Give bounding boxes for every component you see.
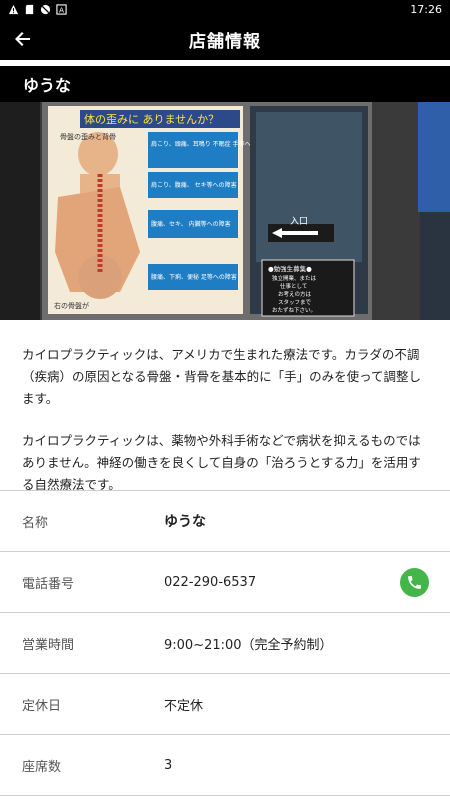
status-bar: A 17:26: [0, 0, 450, 18]
info-row-holiday: 定休日 不定休: [0, 674, 450, 735]
shop-name: ゆうな: [23, 76, 72, 95]
holiday-label: 定休日: [22, 698, 62, 714]
photo-recruit-4: お考えの方は: [278, 290, 312, 298]
info-row-name: 名称 ゆうな: [0, 491, 450, 552]
info-row-hours: 営業時間 9:00~21:00（完全予約制）: [0, 613, 450, 674]
info-row-seats: 座席数 3: [0, 735, 450, 796]
call-button[interactable]: [400, 568, 429, 597]
no-signal-icon: [40, 4, 51, 14]
info-row-phone: 電話番号 022-290-6537: [0, 552, 450, 613]
shop-info-table: 名称 ゆうな 電話番号 022-290-6537 営業時間 9:00~21:00…: [0, 490, 450, 796]
seats-value: 3: [164, 757, 173, 773]
warning-icon: [8, 4, 19, 14]
name-value: ゆうな: [164, 514, 206, 530]
hours-label: 営業時間: [22, 637, 75, 653]
hours-value: 9:00~21:00（完全予約制）: [164, 637, 333, 653]
seats-label: 座席数: [22, 759, 62, 775]
phone-icon: [408, 576, 421, 589]
description-paragraph-1: カイロプラクティックは、アメリカで生まれた療法です。カラダの不調（疾病）の原因と…: [22, 347, 422, 406]
app-a-icon: A: [56, 3, 67, 15]
photo-sign-top: 体の歪みに ありませんか？: [84, 112, 219, 126]
arrow-left-icon: [15, 32, 30, 46]
sd-card-icon: [25, 4, 34, 14]
photo-recruit-2: 独立開業、または: [272, 274, 317, 282]
phone-value: 022-290-6537: [164, 574, 257, 590]
name-label: 名称: [22, 515, 49, 531]
photo-label-2: 肩こり、腹痛、 セキ等への障害: [151, 181, 237, 189]
shop-name-header: ゆうな: [0, 66, 450, 102]
page-title: 店舗情報: [189, 31, 261, 52]
photo-sign-sub: 骨盤の歪みと背骨: [60, 132, 116, 141]
description-paragraph-2: カイロプラクティックは、薬物や外科手術などで病状を抑えるものではありません。神経…: [22, 433, 421, 492]
shop-photo: 体の歪みに ありませんか？ 骨盤の歪みと背骨 肩こり、頭痛、耳鳴り 不眠症 手等…: [0, 102, 450, 320]
photo-label-4: 腰痛、下痢、便秘 足等への障害: [151, 273, 237, 281]
photo-recruit-1: ●勉強生募集●: [268, 264, 312, 273]
app-bar: 店舗情報: [0, 18, 450, 60]
photo-recruit-3: 仕事として: [280, 282, 307, 290]
storefront-image: 体の歪みに ありませんか？ 骨盤の歪みと背骨 肩こり、頭痛、耳鳴り 不眠症 手等…: [0, 102, 450, 320]
photo-recruit-5: スタッフまで: [278, 298, 312, 306]
shop-description: カイロプラクティックは、アメリカで生まれた療法です。カラダの不調（疾病）の原因と…: [22, 344, 432, 496]
holiday-value: 不定休: [164, 698, 204, 714]
svg-text:A: A: [59, 5, 64, 14]
photo-bottom-left: 右の骨盤が: [54, 301, 89, 310]
phone-label: 電話番号: [22, 576, 75, 592]
status-icons: A: [8, 3, 67, 15]
photo-entrance: 入口: [290, 216, 308, 227]
back-button[interactable]: [6, 22, 40, 56]
status-time: 17:26: [410, 2, 442, 16]
photo-recruit-6: おたずね下さい。: [272, 306, 316, 314]
photo-label-3: 腹痛、セキ、 内臓等への障害: [151, 220, 231, 228]
